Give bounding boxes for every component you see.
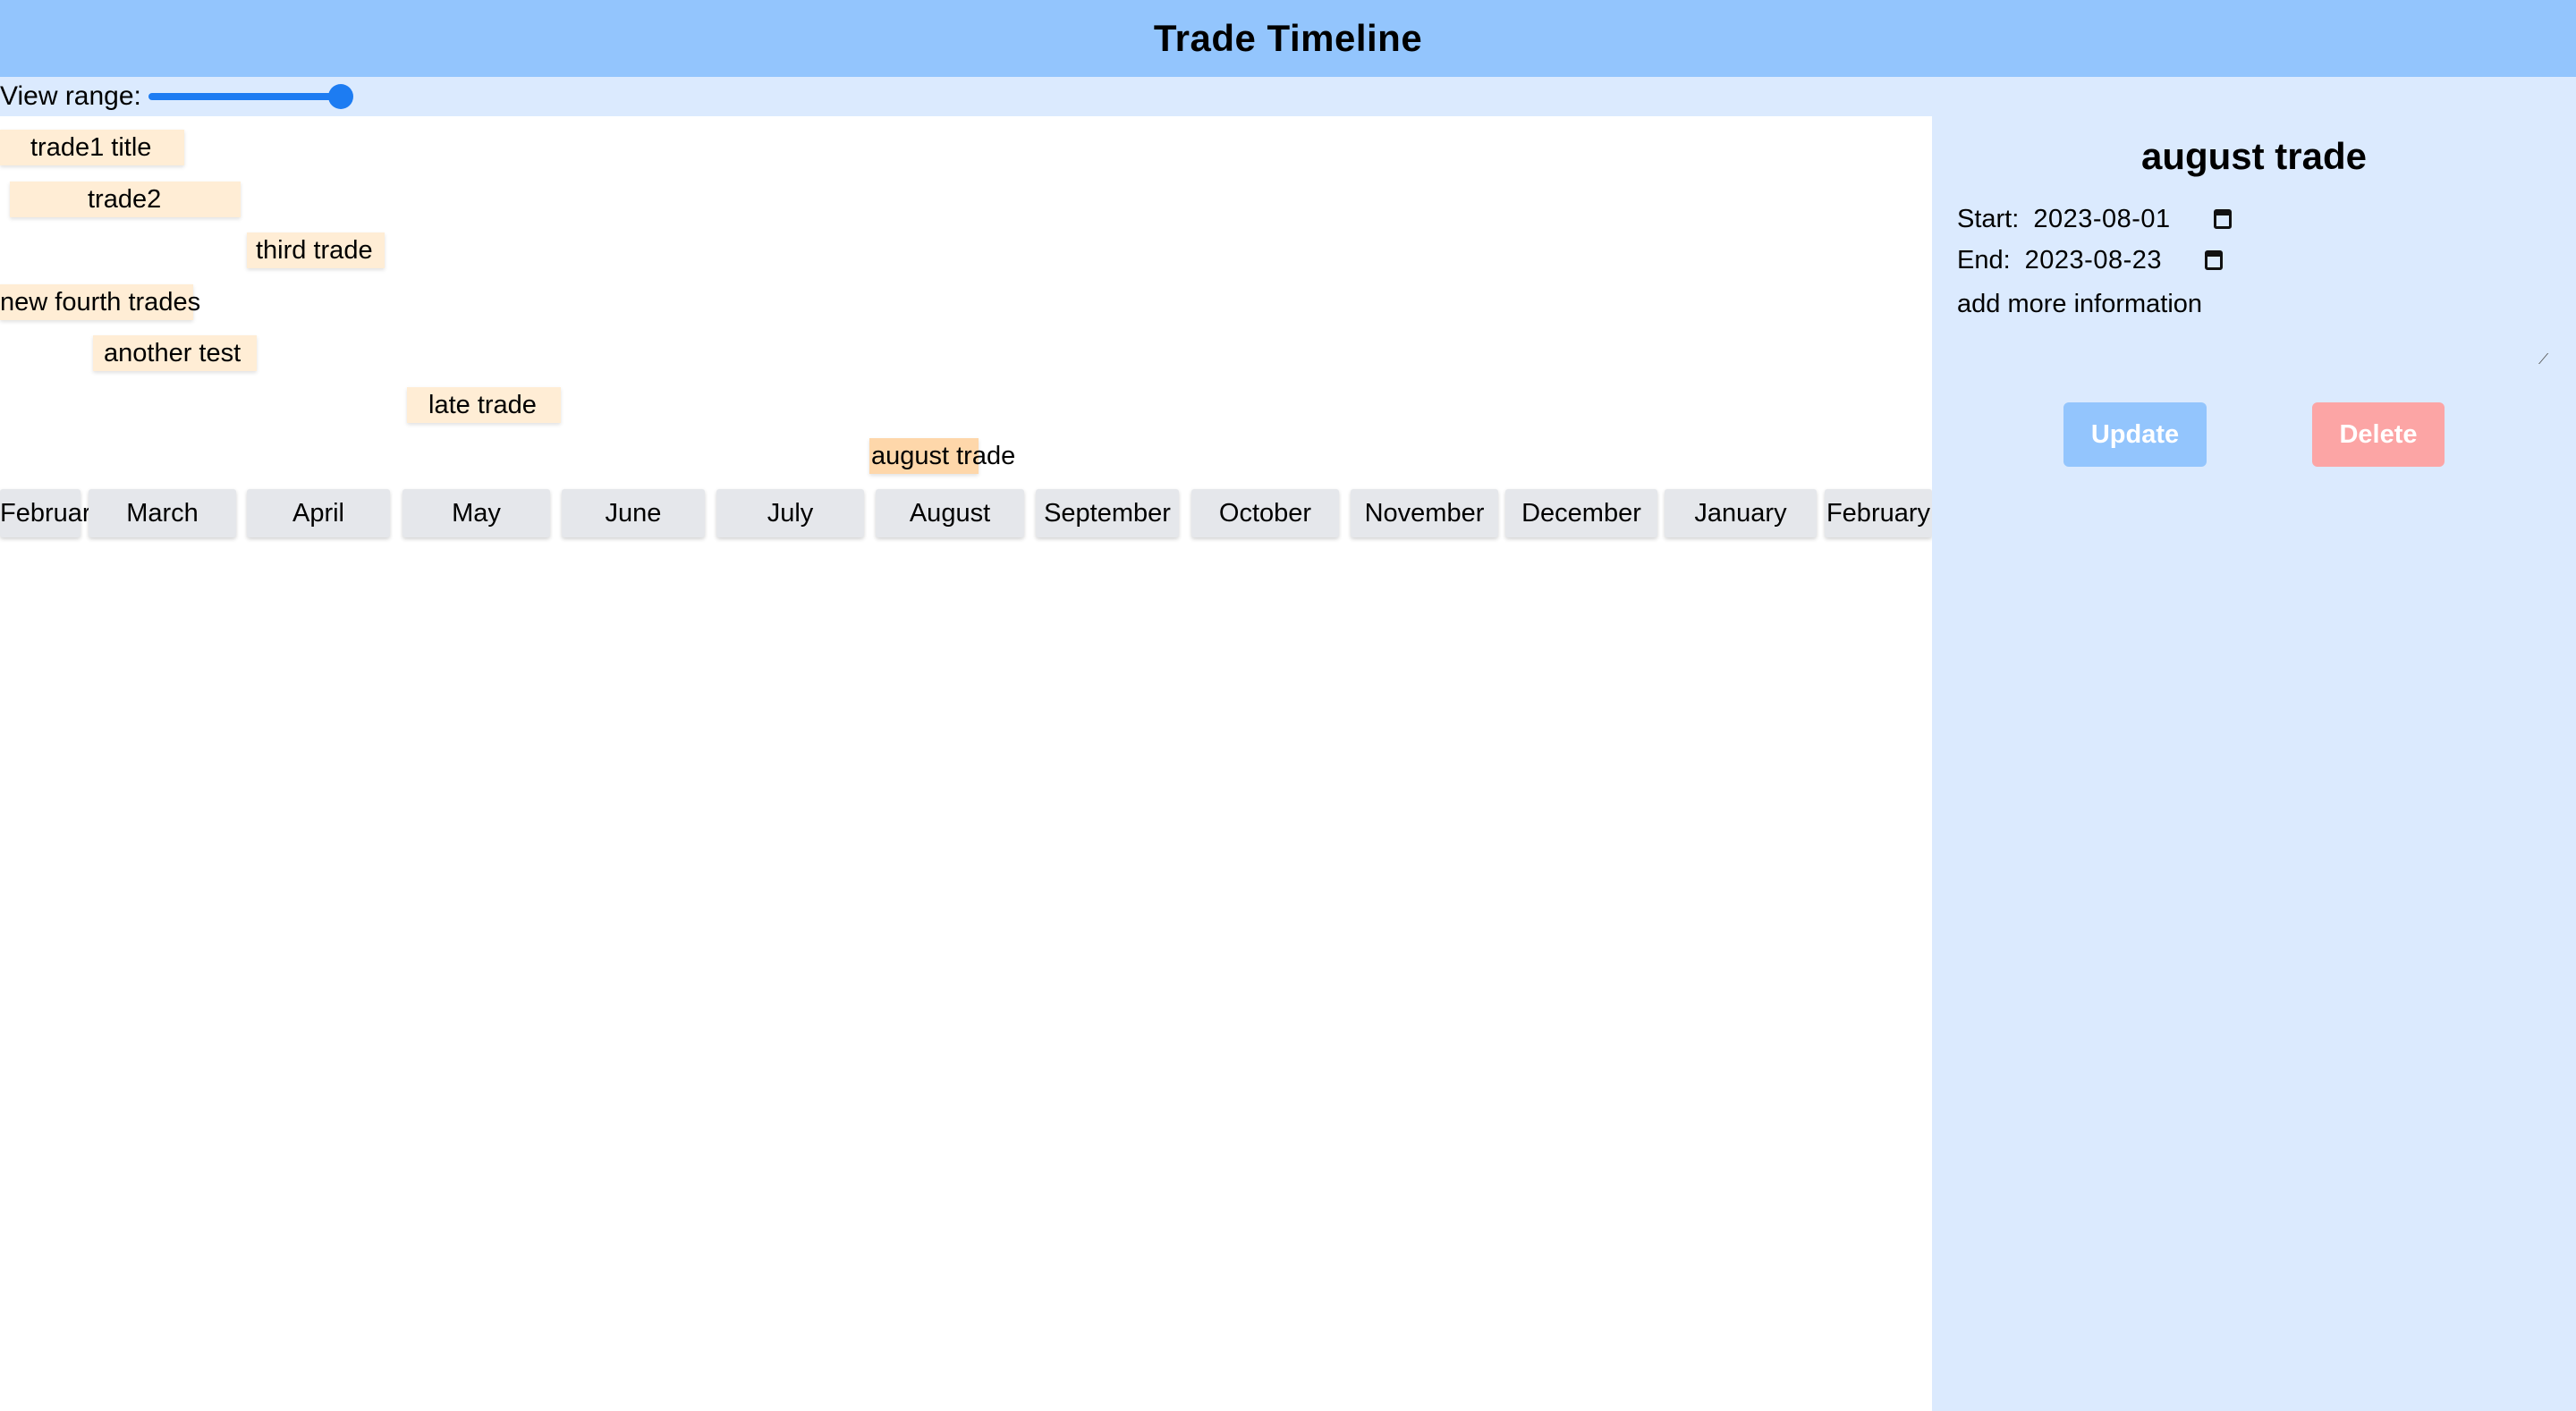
month-label[interactable]: March — [89, 489, 236, 537]
start-date-row: Start: 2023-08-01 — [1957, 201, 2232, 237]
month-label[interactable]: February — [1825, 489, 1932, 537]
end-date-row: End: 2023-08-23 — [1957, 242, 2224, 278]
notes-text: add more information — [1957, 290, 2203, 318]
month-label[interactable]: October — [1191, 489, 1339, 537]
delete-button[interactable]: Delete — [2312, 402, 2445, 467]
month-label[interactable]: April — [247, 489, 390, 537]
trade-bar[interactable]: third trade — [247, 232, 385, 268]
trade-bar[interactable]: another test — [93, 335, 257, 371]
trade-label: late trade — [428, 391, 537, 419]
month-label[interactable]: November — [1351, 489, 1498, 537]
app-header: Trade Timeline — [0, 0, 2576, 77]
month-label[interactable]: June — [562, 489, 705, 537]
timeline: trade1 title trade2 third trade new four… — [0, 116, 1932, 1411]
calendar-icon[interactable] — [2213, 209, 2232, 229]
notes-textarea[interactable]: add more information ⟋ — [1957, 290, 2551, 370]
month-label[interactable]: May — [402, 489, 550, 537]
trade-bar[interactable]: new fourth trades — [0, 284, 200, 320]
resize-handle-icon[interactable]: ⟋ — [2538, 353, 2551, 368]
slider-thumb[interactable] — [327, 84, 353, 109]
trade-label: trade2 — [88, 185, 162, 214]
month-label[interactable]: August — [876, 489, 1024, 537]
trade-bar-selected[interactable]: august trade — [869, 438, 1015, 474]
month-label[interactable]: December — [1505, 489, 1657, 537]
toolbar: View range: — [0, 77, 2576, 116]
start-date-input[interactable]: 2023-08-01 — [2033, 205, 2170, 234]
end-label: End: — [1957, 245, 2011, 275]
detail-title: august trade — [2140, 135, 2368, 177]
update-button[interactable]: Update — [2063, 402, 2207, 467]
trade-detail-panel: august trade Start: 2023-08-01 End: 2023… — [1932, 116, 2576, 1411]
month-label[interactable]: January — [1665, 489, 1817, 537]
trade-label: august trade — [871, 442, 1016, 470]
trade-label: third trade — [256, 236, 373, 265]
trade-label: another test — [104, 339, 242, 368]
month-label[interactable]: July — [716, 489, 864, 537]
month-label[interactable]: September — [1036, 489, 1179, 537]
trade-bar[interactable]: late trade — [407, 387, 561, 423]
start-label: Start: — [1957, 204, 2020, 233]
view-range-slider[interactable] — [145, 83, 353, 110]
end-date-input[interactable]: 2023-08-23 — [2025, 246, 2162, 275]
view-range-label: View range: — [0, 81, 141, 111]
slider-track[interactable] — [148, 93, 345, 100]
page-title: Trade Timeline — [1153, 17, 1423, 59]
trade-bar[interactable]: trade2 — [10, 182, 241, 217]
month-label[interactable]: February — [0, 489, 104, 537]
trade-label: trade1 title — [30, 133, 152, 162]
calendar-icon[interactable] — [2205, 250, 2224, 270]
trade-label: new fourth trades — [0, 288, 201, 317]
trade-bar[interactable]: trade1 title — [0, 130, 184, 165]
